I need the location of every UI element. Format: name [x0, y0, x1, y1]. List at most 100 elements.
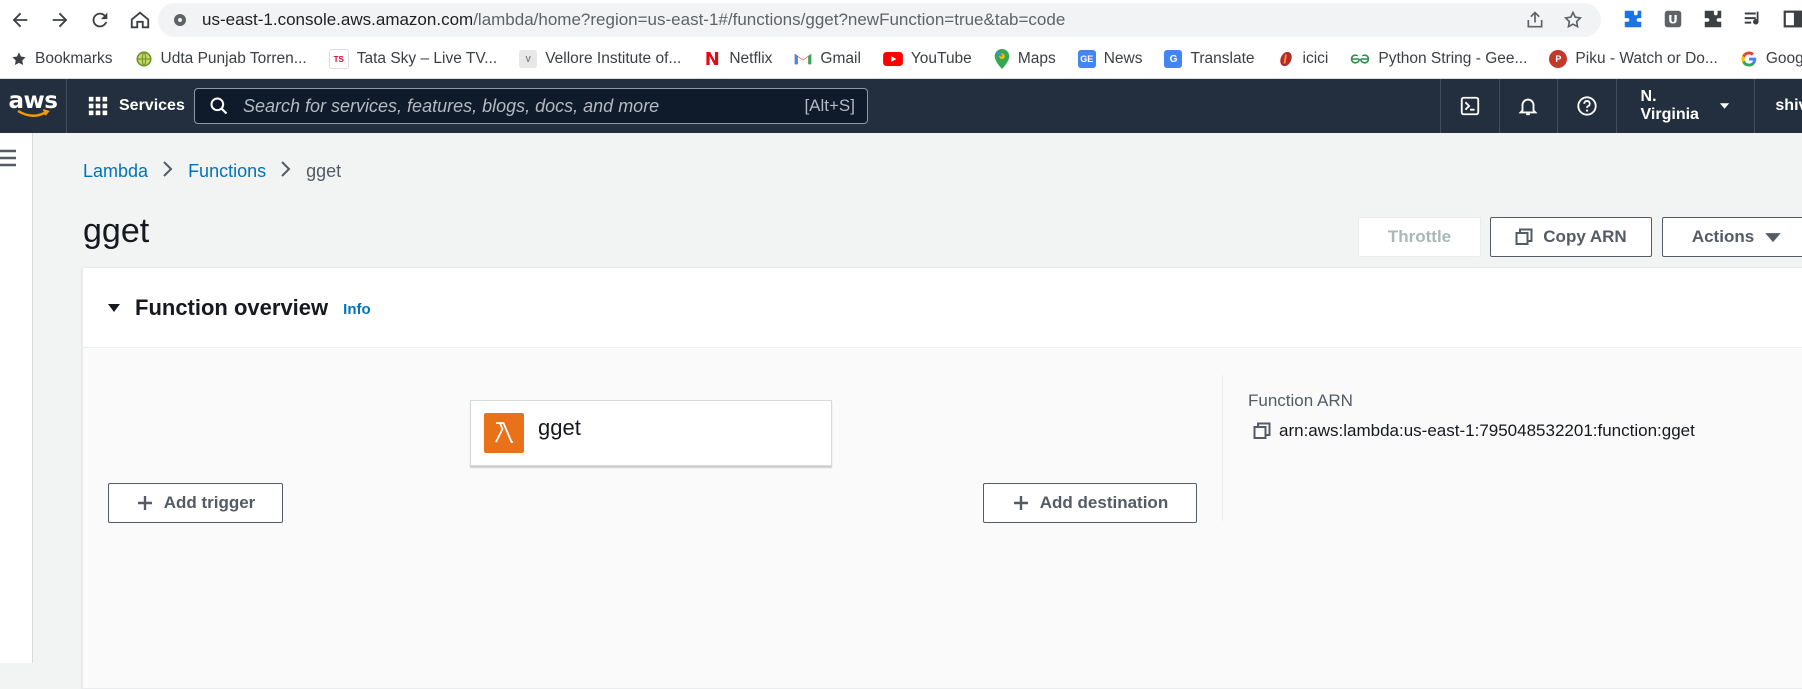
extensions-menu-icon[interactable] — [1702, 8, 1724, 30]
breadcrumb-link-functions[interactable]: Functions — [188, 161, 266, 182]
translate-icon: G — [1164, 50, 1183, 68]
arrow-left-icon — [12, 12, 28, 28]
aws-top-nav: aws Services [Alt+S] N. Virginia shiv — [0, 79, 1802, 133]
function-details: Function ARN arn:aws:lambda:us-east-1:79… — [1223, 348, 1802, 688]
share-icon[interactable] — [1525, 10, 1545, 30]
star-icon — [12, 52, 26, 65]
region-selector[interactable]: N. Virginia — [1617, 79, 1756, 133]
services-menu[interactable]: Services — [87, 95, 185, 117]
bookmark-star-icon[interactable] — [1563, 10, 1583, 30]
site-info-icon[interactable] — [172, 12, 188, 28]
bookmark-item[interactable]: TS Tata Sky – Live TV... — [318, 49, 508, 69]
services-label: Services — [119, 97, 185, 114]
home-icon — [130, 11, 150, 29]
lambda-icon — [484, 413, 524, 453]
forward-button[interactable] — [40, 0, 80, 40]
bookmark-label: Maps — [1017, 50, 1056, 67]
function-arn-value: arn:aws:lambda:us-east-1:795048532201:fu… — [1279, 421, 1695, 440]
function-overview-title: Function overview — [135, 294, 329, 320]
cloudshell-button[interactable] — [1440, 79, 1500, 133]
plus-icon — [137, 496, 152, 510]
caret-down-icon[interactable] — [107, 301, 121, 315]
breadcrumb-link-lambda[interactable]: Lambda — [83, 161, 148, 182]
bookmark-item[interactable]: YouTube — [872, 50, 983, 68]
media-queue-icon[interactable] — [1742, 8, 1764, 30]
news-icon: GE — [1077, 50, 1096, 68]
region-label: N. Virginia — [1640, 88, 1699, 123]
lambda-symbol-icon — [495, 422, 513, 443]
bookmark-label: YouTube — [910, 50, 972, 67]
function-arn-row: arn:aws:lambda:us-east-1:795048532201:fu… — [1253, 421, 1695, 441]
bookmark-item[interactable]: Udta Punjab Torren... — [124, 50, 318, 68]
function-overview-header[interactable]: Function overview Info — [83, 268, 1802, 348]
breadcrumb-separator — [280, 160, 292, 183]
bookmark-label: Bookmarks — [35, 50, 113, 67]
add-trigger-button[interactable]: Add trigger — [108, 483, 283, 523]
bookmark-item[interactable]: Google — [1729, 50, 1802, 68]
function-diagram: gget Add trigger Add destination — [83, 348, 1223, 688]
google-icon — [1741, 51, 1757, 67]
page-title: gget — [83, 212, 150, 250]
bookmark-item[interactable]: Maps — [983, 49, 1067, 69]
reload-button[interactable] — [80, 0, 120, 40]
throttle-button[interactable]: Throttle — [1358, 217, 1481, 257]
aws-logo[interactable]: aws — [0, 79, 67, 133]
bookmark-item[interactable]: P Piku - Watch or Do... — [1538, 50, 1728, 68]
bookmark-item[interactable]: V Vellore Institute of... — [508, 50, 692, 68]
bookmark-label: icici — [1302, 50, 1329, 67]
info-link[interactable]: Info — [343, 301, 371, 318]
bookmark-label: Python String - Gee... — [1378, 50, 1528, 67]
chevron-right-icon — [281, 161, 291, 177]
side-panel-icon[interactable] — [1782, 8, 1802, 30]
bookmark-item[interactable]: Python String - Gee... — [1339, 50, 1538, 68]
extension-puzzle-blue-icon[interactable] — [1622, 8, 1644, 30]
home-button[interactable] — [120, 0, 160, 40]
bookmark-label: Vellore Institute of... — [545, 50, 682, 67]
actions-button-label: Actions — [1691, 227, 1755, 246]
url-path: /lambda/home?region=us-east-1#/functions… — [473, 10, 1066, 29]
address-bar[interactable]: us-east-1.console.aws.amazon.com/lambda/… — [158, 3, 1601, 37]
breadcrumb-separator — [162, 160, 174, 183]
cloudshell-icon — [1460, 96, 1479, 116]
account-menu[interactable]: shiv — [1755, 97, 1802, 115]
url-text: us-east-1.console.aws.amazon.com/lambda/… — [202, 10, 1065, 30]
caret-down-icon — [1720, 103, 1730, 109]
url-host: us-east-1.console.aws.amazon.com — [202, 10, 474, 29]
copy-icon[interactable] — [1253, 422, 1271, 440]
search-icon — [210, 97, 228, 115]
bookmarks-bar: Bookmarks Udta Punjab Torren... TS Tata … — [0, 40, 1802, 79]
add-destination-label: Add destination — [1039, 493, 1169, 512]
bookmark-label: Tata Sky – Live TV... — [356, 50, 498, 67]
bookmark-label: Google — [1765, 50, 1802, 67]
bell-icon — [1518, 98, 1538, 116]
copy-arn-button[interactable]: Copy ARN — [1490, 217, 1652, 257]
browser-toolbar: us-east-1.console.aws.amazon.com/lambda/… — [0, 0, 1802, 40]
add-destination-button[interactable]: Add destination — [983, 483, 1197, 523]
throttle-button-label: Throttle — [1387, 227, 1452, 246]
breadcrumb-current: gget — [306, 161, 342, 181]
function-node[interactable]: gget — [470, 400, 832, 466]
svg-text:U: U — [1668, 13, 1678, 27]
back-button[interactable] — [0, 0, 40, 40]
function-arn-label: Function ARN — [1248, 391, 1353, 410]
bookmark-item[interactable]: N Netflix — [692, 48, 783, 70]
netflix-icon: N — [704, 48, 720, 70]
bookmark-item[interactable]: icici — [1266, 50, 1340, 68]
help-button[interactable] — [1558, 79, 1617, 133]
bookmark-item[interactable]: GE News — [1067, 50, 1154, 68]
bookmark-label: Translate — [1190, 50, 1255, 67]
globe-icon — [136, 51, 152, 67]
bookmark-item[interactable]: Bookmarks — [0, 50, 124, 68]
actions-dropdown-button[interactable]: Actions — [1662, 217, 1802, 257]
chevron-right-icon — [163, 161, 173, 177]
function-node-name: gget — [538, 415, 581, 440]
vit-icon: V — [519, 50, 538, 68]
bookmark-item[interactable]: Gmail — [783, 50, 871, 68]
search-input[interactable] — [241, 94, 785, 118]
notifications-button[interactable] — [1500, 79, 1559, 133]
hamburger-menu-icon[interactable] — [0, 148, 16, 168]
extension-u-icon[interactable]: U — [1662, 8, 1684, 30]
console-search[interactable]: [Alt+S] — [194, 88, 868, 124]
bookmark-item[interactable]: G Translate — [1153, 50, 1265, 68]
search-shortcut-hint: [Alt+S] — [804, 96, 855, 115]
